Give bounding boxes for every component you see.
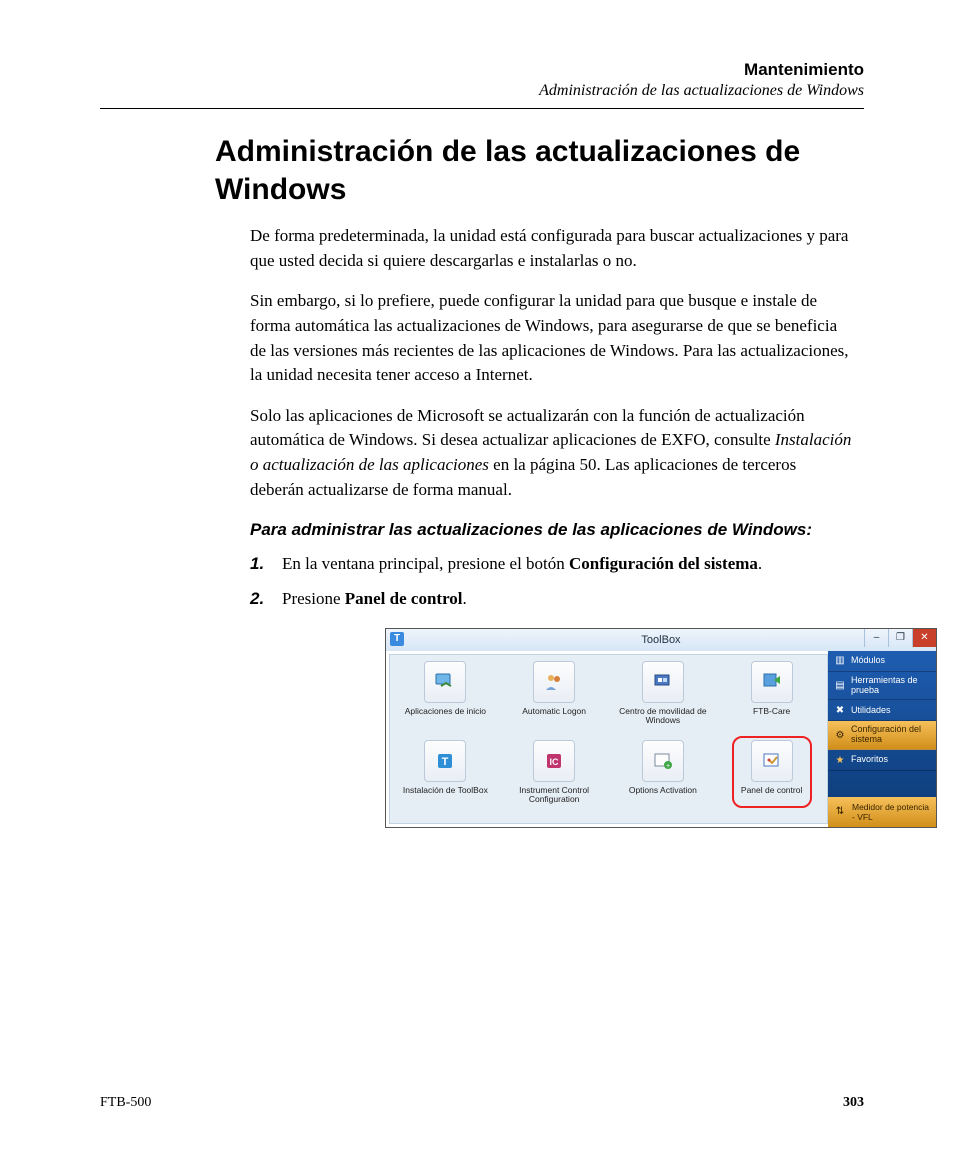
- activation-icon: +: [642, 740, 684, 782]
- tile-label: Instrument Control Configuration: [501, 786, 608, 805]
- step-1: 1. En la ventana principal, presione el …: [250, 552, 854, 577]
- svg-text:+: +: [666, 763, 670, 770]
- tile-instrument-control[interactable]: IC Instrument Control Configuration: [501, 740, 608, 805]
- tile-label: Centro de movilidad de Windows: [610, 707, 717, 726]
- tools-icon: ▤: [834, 680, 846, 692]
- control-panel-icon: [751, 740, 793, 782]
- sidebar-item-utilidades[interactable]: ✖ Utilidades: [828, 700, 936, 721]
- svg-text:T: T: [442, 756, 449, 768]
- minimize-button[interactable]: –: [864, 629, 888, 647]
- tile-label: Aplicaciones de inicio: [403, 707, 488, 716]
- ic-icon: IC: [533, 740, 575, 782]
- tile-install-toolbox[interactable]: T Instalación de ToolBox: [392, 740, 499, 795]
- header-section: Administración de las actualizaciones de…: [100, 82, 864, 100]
- mobility-icon: [642, 661, 684, 703]
- users-icon: [533, 661, 575, 703]
- tile-grid: Aplicaciones de inicio Automatic Logon C…: [389, 654, 828, 824]
- sidebar-item-label: Favoritos: [851, 755, 888, 765]
- meter-icon: ⇅: [834, 806, 846, 818]
- ui-ref: Configuración del sistema: [569, 554, 758, 573]
- tile-control-panel[interactable]: Panel de control: [718, 740, 825, 795]
- header-rule: [100, 108, 864, 109]
- tile-automatic-logon[interactable]: Automatic Logon: [501, 661, 608, 716]
- paragraph-3: Solo las aplicaciones de Microsoft se ac…: [250, 404, 854, 503]
- page-number: 303: [843, 1095, 864, 1111]
- sidebar-item-label: Módulos: [851, 656, 885, 666]
- tile-mobility-center[interactable]: Centro de movilidad de Windows: [610, 661, 717, 726]
- app-icon: T: [390, 632, 404, 646]
- ui-ref: Panel de control: [345, 589, 463, 608]
- ftbcare-icon: [751, 661, 793, 703]
- sidebar-item-configuracion[interactable]: ⚙ Configuración del sistema: [828, 721, 936, 750]
- tile-label: Panel de control: [739, 786, 804, 795]
- window-title: ToolBox: [386, 634, 936, 646]
- sidebar-item-label: Herramientas de prueba: [851, 676, 930, 696]
- sidebar-item-modulos[interactable]: ▥ Módulos: [828, 651, 936, 672]
- footer-product: FTB-500: [100, 1095, 151, 1111]
- tile-options-activation[interactable]: + Options Activation: [610, 740, 717, 795]
- tile-aplicaciones-inicio[interactable]: Aplicaciones de inicio: [392, 661, 499, 716]
- titlebar: T ToolBox – ❐ ✕: [386, 629, 936, 651]
- step-2: 2. Presione Panel de control.: [250, 587, 854, 612]
- sidebar-item-label: Configuración del sistema: [851, 725, 930, 745]
- tile-label: Automatic Logon: [520, 707, 588, 716]
- sidebar-item-label: Utilidades: [851, 706, 891, 716]
- tile-ftb-care[interactable]: FTB-Care: [718, 661, 825, 716]
- tile-label: Options Activation: [627, 786, 699, 795]
- gear-icon: ⚙: [834, 729, 846, 741]
- close-button[interactable]: ✕: [912, 629, 936, 647]
- procedure-heading: Para administrar las actualizaciones de …: [250, 520, 854, 540]
- page-heading: Administración de las actualizaciones de…: [215, 133, 864, 208]
- maximize-button[interactable]: ❐: [888, 629, 912, 647]
- tile-label: FTB-Care: [751, 707, 792, 716]
- sidebar-power-meter[interactable]: ⇅ Medidor de potencia - VFL: [828, 797, 936, 827]
- sidebar-item-herramientas[interactable]: ▤ Herramientas de prueba: [828, 672, 936, 701]
- apps-icon: [424, 661, 466, 703]
- toolbox-window: T ToolBox – ❐ ✕ Aplicaciones de inicio: [385, 628, 937, 828]
- sidebar-item-favoritos[interactable]: ★ Favoritos: [828, 750, 936, 771]
- tile-label: Instalación de ToolBox: [401, 786, 490, 795]
- paragraph-2: Sin embargo, si lo prefiere, puede confi…: [250, 289, 854, 388]
- star-icon: ★: [834, 754, 846, 766]
- svg-text:IC: IC: [550, 757, 560, 767]
- step-number: 1.: [250, 552, 268, 577]
- header-chapter: Mantenimiento: [100, 60, 864, 80]
- step-number: 2.: [250, 587, 268, 612]
- modules-icon: ▥: [834, 655, 846, 667]
- sidebar-bottom-label: Medidor de potencia - VFL: [852, 802, 930, 822]
- utilities-icon: ✖: [834, 704, 846, 716]
- install-icon: T: [424, 740, 466, 782]
- sidebar: ▥ Módulos ▤ Herramientas de prueba ✖ Uti…: [828, 651, 936, 827]
- paragraph-1: De forma predeterminada, la unidad está …: [250, 224, 854, 273]
